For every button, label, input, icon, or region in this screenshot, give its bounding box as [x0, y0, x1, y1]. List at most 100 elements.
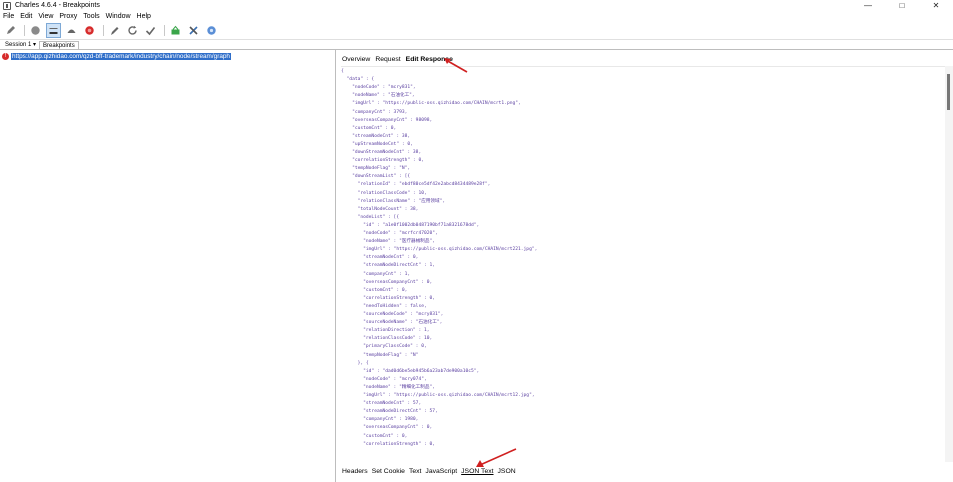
code-line: "downStreamList" : [{	[341, 174, 411, 180]
minimize-button[interactable]: —	[851, 0, 885, 11]
code-line: "nodeCode" : "mcry831",	[341, 85, 416, 91]
code-line: "companyCnt" : 1,	[341, 271, 411, 277]
tab-set-cookie[interactable]: Set Cookie	[372, 468, 405, 475]
response-view-tabs: Headers Set Cookie Text JavaScript JSON …	[342, 466, 520, 476]
code-line: "companyCnt" : 3793,	[341, 109, 408, 115]
maximize-button[interactable]: □	[885, 0, 919, 11]
check-icon	[145, 27, 156, 36]
tab-javascript[interactable]: JavaScript	[425, 468, 457, 475]
editor-scroll-thumb[interactable]	[947, 74, 950, 110]
basket-icon	[171, 25, 180, 35]
settings-icon	[207, 26, 216, 35]
code-line: "companyCnt" : 1980,	[341, 417, 419, 423]
turtle-button[interactable]	[64, 23, 79, 38]
breakpoint-button[interactable]	[82, 23, 97, 38]
toolbar-separator	[164, 25, 165, 36]
code-line: "tempNodeFlag" : "N",	[341, 166, 411, 172]
throttle-button[interactable]	[46, 23, 61, 38]
window-title: Charles 4.6.4 - Breakpoints	[15, 2, 100, 9]
response-json-editor[interactable]: { "data" : { "nodeCode" : "mcry831", "no…	[341, 66, 946, 462]
code-line: "nodeName" : "石油化工",	[341, 93, 415, 99]
code-line: "streamNodeCnt" : 38,	[341, 133, 411, 139]
tab-json-text[interactable]: JSON Text	[461, 468, 493, 475]
menu-window[interactable]: Window	[106, 13, 131, 20]
detail-tabs: Overview Request Edit Response	[342, 54, 458, 64]
record-button[interactable]	[28, 23, 43, 38]
editor-scrollbar[interactable]	[945, 66, 953, 462]
code-line: "tempNodeFlag" : "N"	[341, 352, 419, 358]
compose-button[interactable]	[107, 23, 122, 38]
tab-json[interactable]: JSON	[498, 468, 516, 475]
session-tab-session-1[interactable]: Session 1 ▾	[2, 41, 39, 49]
tab-headers[interactable]: Headers	[342, 468, 368, 475]
code-line: "overseasCompanyCnt" : 98098,	[341, 117, 433, 123]
breakpoint-icon	[85, 26, 94, 35]
code-line: "correlationStrength" : 0,	[341, 441, 436, 447]
breakpoint-status-icon: !	[2, 53, 9, 60]
request-list-pane: ! https://app.qizhidao.com/qzd-bff-trade…	[0, 50, 336, 482]
pen-button[interactable]	[3, 23, 18, 38]
code-line: "sourceNodeName" : "石油化工",	[341, 320, 443, 326]
throttle-icon	[49, 28, 58, 34]
code-line: {	[341, 69, 344, 74]
basket-button[interactable]	[168, 23, 183, 38]
menu-view[interactable]: View	[38, 13, 53, 20]
code-line: "data" : {	[341, 77, 375, 83]
menu-proxy[interactable]: Proxy	[59, 13, 77, 20]
record-icon	[31, 26, 40, 35]
menu-help[interactable]: Help	[137, 13, 151, 20]
code-line: "primaryClassCode" : 0,	[341, 344, 427, 350]
code-line: "customCnt" : 0,	[341, 125, 397, 131]
code-line: "nodeCode" : "mcry074",	[341, 376, 427, 382]
menu-file[interactable]: File	[3, 13, 14, 20]
code-line: "upStreamNodeCnt" : 0,	[341, 141, 413, 147]
toolbar-separator	[103, 25, 104, 36]
code-line: "correlationStrength" : 0,	[341, 295, 436, 301]
window-controls: — □ ✕	[851, 0, 953, 11]
code-line: "sourceNodeCode" : "mcry831",	[341, 312, 444, 317]
code-line: "imgUrl" : "https://public-oss.qizhidao.…	[341, 247, 538, 253]
menu-tools[interactable]: Tools	[83, 13, 99, 20]
tab-text[interactable]: Text	[409, 468, 421, 475]
pen-icon	[7, 26, 15, 34]
code-line: "streamNodeDirectCnt" : 57,	[341, 409, 438, 415]
code-line: }, {	[341, 360, 369, 366]
tab-overview[interactable]: Overview	[342, 56, 370, 63]
code-line: "id" : "dad0d6be5eb945b6a23ab7de900a10c5…	[341, 368, 480, 374]
code-line: "downStreamNodeCnt" : 38,	[341, 150, 422, 155]
code-line: "relationClassCode" : 10,	[341, 336, 433, 342]
code-line: "overseasCompanyCnt" : 0,	[341, 425, 433, 431]
refresh-icon	[128, 25, 137, 35]
breakpoint-detail-pane: Overview Request Edit Response { "data" …	[338, 50, 953, 482]
code-line: "correlationStrength" : 0,	[341, 158, 424, 164]
code-line: "imgUrl" : "https://public-oss.qizhidao.…	[341, 101, 521, 107]
code-line: "nodeCode" : "mcrfcr47020",	[341, 231, 438, 236]
toolbar	[0, 22, 953, 40]
tools-button[interactable]	[186, 23, 201, 38]
tab-edit-response[interactable]: Edit Response	[406, 56, 453, 63]
turtle-icon	[67, 29, 76, 33]
code-line: "relationClassName" : "应用领域",	[341, 198, 446, 204]
code-line: "needToHidden" : false,	[341, 303, 427, 309]
tab-request[interactable]: Request	[375, 56, 400, 63]
toolbar-separator	[24, 25, 25, 36]
code-line: "nodeList" : [{	[341, 214, 400, 220]
code-line: "customCnt" : 0,	[341, 287, 408, 293]
compose-icon	[111, 27, 119, 35]
settings-button[interactable]	[204, 23, 219, 38]
session-tab-breakpoints[interactable]: Breakpoints	[39, 41, 79, 49]
code-line: "relationId" : "ebdf80ce5df42e2abcd84344…	[341, 182, 491, 188]
code-line: "customCnt" : 0,	[341, 433, 408, 439]
refresh-button[interactable]	[125, 23, 140, 38]
check-button[interactable]	[143, 23, 158, 38]
tools-icon	[189, 26, 198, 35]
code-line: "totalNodeCount" : 38,	[341, 206, 419, 212]
close-button[interactable]: ✕	[919, 0, 953, 11]
request-row[interactable]: ! https://app.qizhidao.com/qzd-bff-trade…	[2, 52, 231, 61]
request-url[interactable]: https://app.qizhidao.com/qzd-bff-tradema…	[11, 53, 231, 60]
code-line: "relationDirection" : 1,	[341, 328, 430, 334]
code-line: "streamNodeCnt" : 57,	[341, 401, 422, 407]
code-line: "nodeName" : "精细化工制品",	[341, 384, 435, 390]
menu-edit[interactable]: Edit	[20, 13, 32, 20]
title-bar: Charles 4.6.4 - Breakpoints — □ ✕	[0, 0, 953, 11]
